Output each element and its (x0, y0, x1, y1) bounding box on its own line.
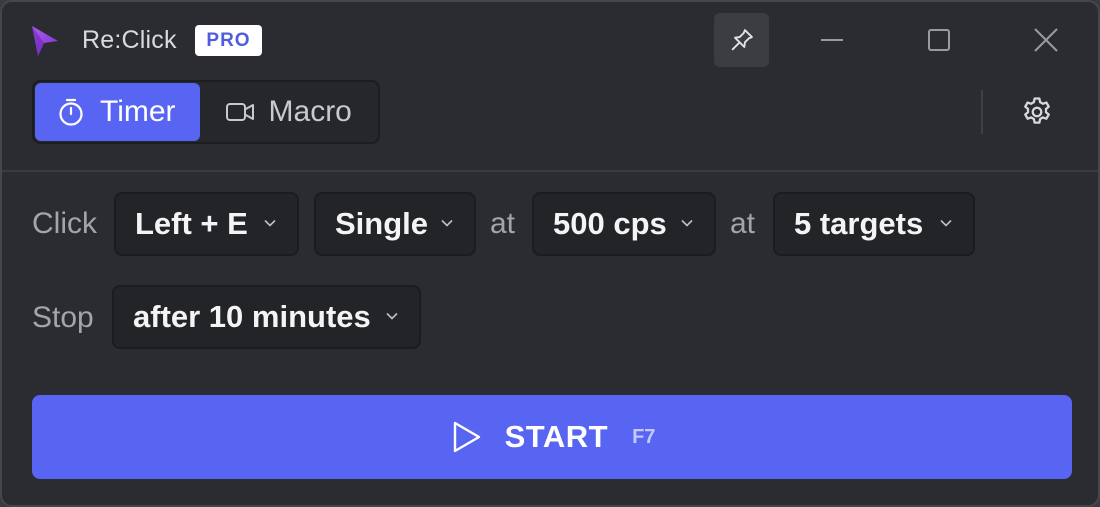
pin-button[interactable] (714, 13, 769, 67)
stop-condition-dropdown[interactable]: after 10 minutes (112, 285, 421, 349)
connector-at: at (730, 207, 756, 240)
start-button[interactable]: START F7 (32, 395, 1072, 479)
play-icon (449, 419, 483, 455)
app-logo-icon (30, 24, 60, 58)
chevron-down-icon (263, 218, 277, 228)
video-camera-icon (225, 97, 255, 127)
maximize-icon (926, 27, 952, 53)
chevron-down-icon (385, 311, 399, 321)
section-divider (2, 170, 1098, 172)
tab-timer-label: Timer (100, 95, 176, 128)
pin-icon (728, 26, 756, 54)
gear-icon (1020, 95, 1054, 129)
chevron-down-icon (680, 218, 694, 228)
tab-timer[interactable]: Timer (35, 83, 200, 141)
mouse-button-dropdown[interactable]: Left + E (114, 192, 299, 256)
app-window: Re:Click PRO Timer Macro Click Left + E … (0, 0, 1100, 507)
tab-macro[interactable]: Macro (200, 83, 377, 141)
stop-condition-value: after 10 minutes (133, 299, 371, 334)
maximize-button[interactable] (915, 16, 963, 64)
close-icon (1033, 27, 1059, 53)
click-type-value: Single (335, 206, 429, 241)
targets-value: 5 targets (794, 206, 924, 241)
toolbar-divider (981, 90, 983, 134)
mode-switch: Timer Macro (32, 80, 380, 144)
connector-at: at (490, 207, 516, 240)
click-row-label: Click (32, 207, 97, 240)
click-type-dropdown[interactable]: Single (314, 192, 476, 256)
click-rate-dropdown[interactable]: 500 cps (532, 192, 716, 256)
minimize-icon (819, 27, 845, 53)
tab-macro-label: Macro (268, 95, 352, 128)
app-title: Re:Click (82, 26, 177, 54)
chevron-down-icon (440, 218, 454, 228)
chevron-down-icon (939, 218, 953, 228)
start-label: START (504, 419, 609, 454)
title-bar[interactable]: Re:Click PRO (2, 2, 1098, 80)
stop-row-label: Stop (32, 301, 94, 334)
close-button[interactable] (1022, 16, 1070, 64)
pro-badge: PRO (195, 25, 262, 56)
stopwatch-icon (56, 97, 86, 127)
mouse-button-value: Left + E (135, 206, 248, 241)
minimize-button[interactable] (808, 16, 856, 64)
start-hotkey: F7 (632, 425, 656, 448)
settings-button[interactable] (1014, 90, 1060, 134)
targets-dropdown[interactable]: 5 targets (773, 192, 975, 256)
click-rate-value: 500 cps (553, 206, 667, 241)
